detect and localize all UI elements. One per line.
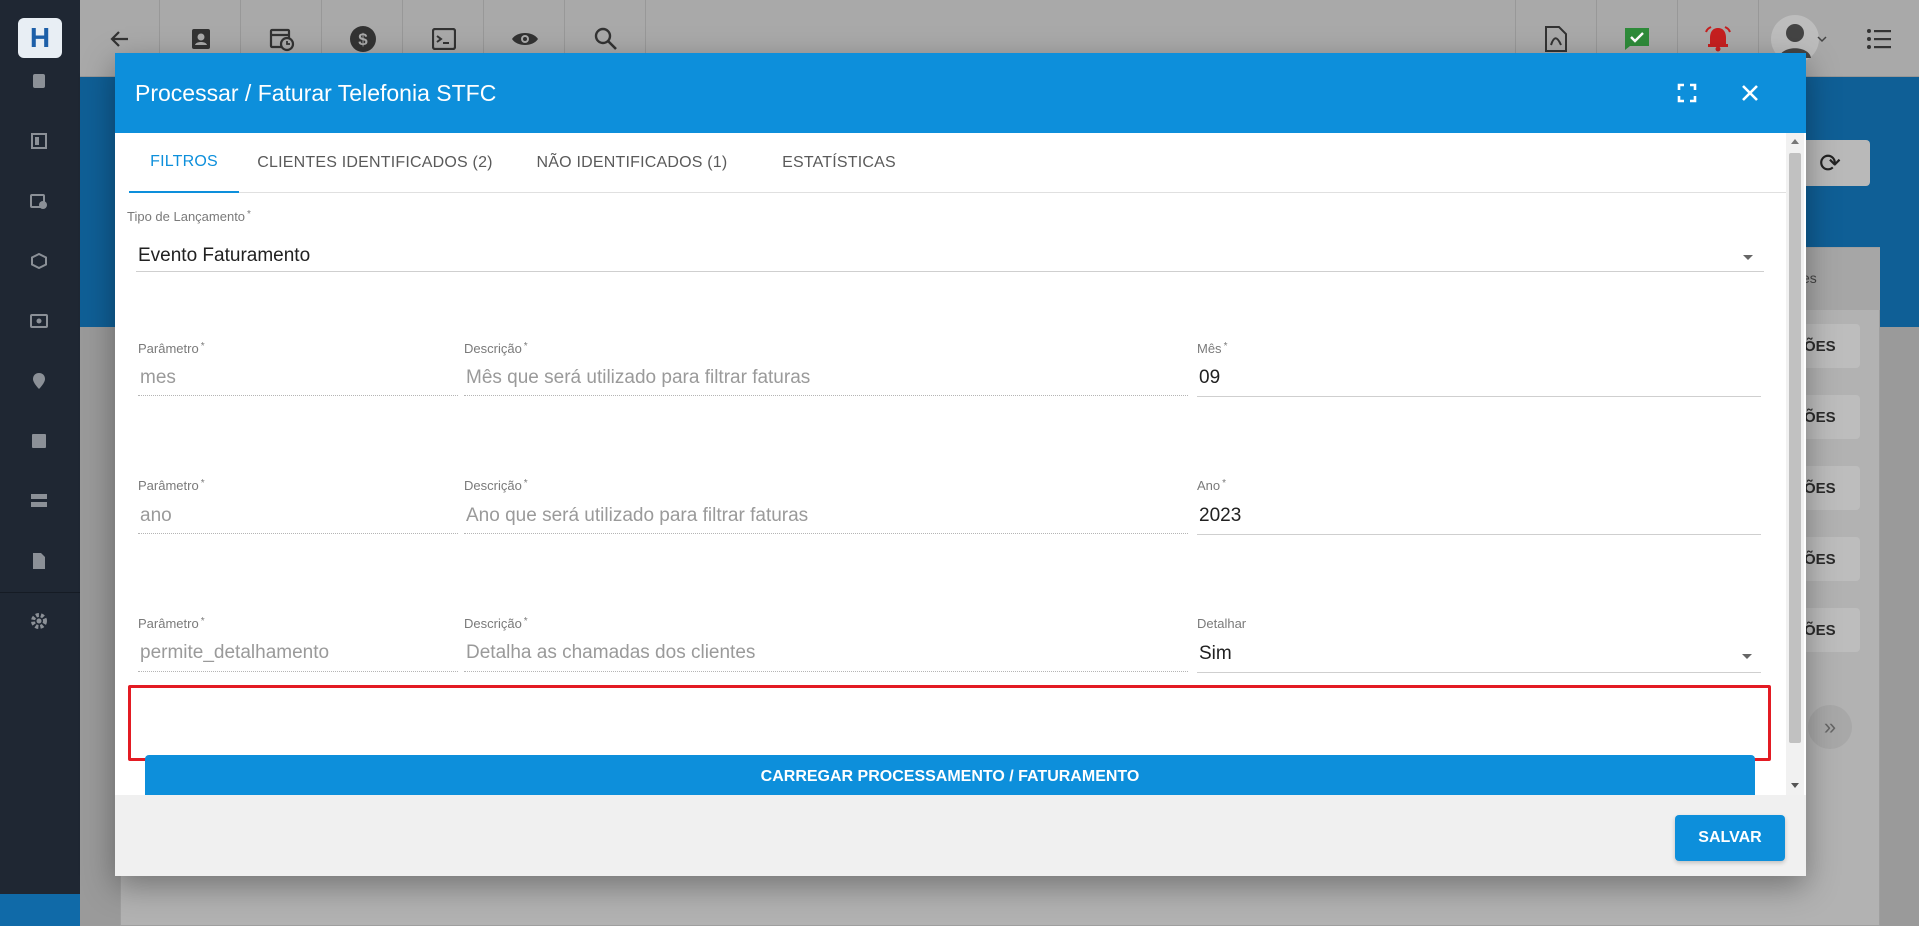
scroll-thumb[interactable] (1789, 153, 1801, 743)
load-processing-button[interactable]: CARREGAR PROCESSAMENTO / FATURAMENTO (145, 755, 1755, 795)
dialog-title: Processar / Faturar Telefonia STFC (135, 79, 497, 106)
nav-calendar-icon[interactable] (28, 190, 50, 212)
param-underline (138, 394, 458, 396)
param-label-text: Parâmetro (138, 478, 199, 493)
desc-underline (464, 532, 1188, 534)
dialog-header: Processar / Faturar Telefonia STFC (115, 53, 1806, 133)
ano-input[interactable]: 2023 (1199, 505, 1241, 527)
detalhar-label: Detalhar (1197, 616, 1247, 631)
tab-clientes-identificados[interactable]: CLIENTES IDENTIFICADOS (2) (255, 133, 495, 193)
nav-contact-icon[interactable] (28, 70, 50, 92)
param-label-text: Parâmetro (138, 616, 199, 631)
ano-label-text: Ano (1197, 478, 1221, 493)
mes-underline (1197, 396, 1761, 397)
scrollbar[interactable] (1786, 133, 1804, 795)
required-mark: * (200, 616, 205, 627)
expand-chevrons-icon[interactable]: » (1808, 705, 1852, 749)
required-mark: * (200, 478, 205, 489)
nav-divider (0, 592, 80, 593)
tipo-lancamento-label: Tipo de Lançamento * (127, 209, 251, 224)
close-icon[interactable] (1732, 75, 1768, 111)
ano-underline (1197, 534, 1761, 535)
desc-label: Descrição * (464, 341, 528, 356)
nav-document-icon[interactable] (28, 550, 50, 572)
desc-label: Descrição * (464, 616, 528, 631)
desc-label-text: Descrição (464, 616, 522, 631)
desc-value-field: Detalha as chamadas dos clientes (466, 642, 756, 663)
desc-label-text: Descrição (464, 341, 522, 356)
param-label: Parâmetro * (138, 616, 205, 631)
nav-box-icon[interactable] (28, 250, 50, 272)
desc-value-field: Mês que será utilizado para filtrar fatu… (466, 367, 811, 388)
desc-label-text: Descrição (464, 478, 522, 493)
tipo-lancamento-underline (136, 271, 1764, 272)
tab-filtros[interactable]: FILTROS (129, 133, 239, 193)
required-mark: * (523, 616, 528, 627)
nav-list-icon[interactable] (28, 430, 50, 452)
mes-label: Mês * (1197, 341, 1227, 356)
detalhar-select[interactable]: Sim (1199, 643, 1232, 665)
param-label: Parâmetro * (138, 478, 205, 493)
desc-underline (464, 394, 1188, 396)
tab-bar: FILTROS CLIENTES IDENTIFICADOS (2) NÃO I… (129, 133, 1799, 193)
app-logo[interactable]: H (18, 18, 62, 58)
mes-label-text: Mês (1197, 341, 1222, 356)
required-mark: * (523, 341, 528, 352)
chevron-down-icon[interactable] (1742, 654, 1752, 659)
param-value-field: mes (140, 367, 176, 388)
nav-settings-icon[interactable] (28, 610, 50, 632)
tab-nao-identificados[interactable]: NÃO IDENTIFICADOS (1) (531, 133, 733, 193)
dialog-footer: SALVAR (115, 795, 1806, 876)
required-mark: * (523, 478, 528, 489)
logo-letter: H (29, 22, 51, 53)
scroll-up-arrow-icon[interactable] (1791, 139, 1799, 144)
scroll-down-arrow-icon[interactable] (1791, 783, 1799, 788)
process-billing-dialog: Processar / Faturar Telefonia STFC FILTR… (115, 53, 1806, 876)
mes-input[interactable]: 09 (1199, 367, 1220, 389)
param-value-field: permite_detalhamento (140, 642, 330, 663)
desc-underline (464, 670, 1188, 672)
nav-money-icon[interactable] (28, 310, 50, 332)
param-label-text: Parâmetro (138, 341, 199, 356)
detalhar-underline (1197, 672, 1761, 673)
required-mark: * (200, 341, 205, 352)
highlight-box (128, 685, 1771, 761)
param-underline (138, 532, 458, 534)
desc-value-field: Ano que será utilizado para filtrar fatu… (466, 505, 809, 526)
side-nav: H (0, 0, 80, 926)
nav-server-icon[interactable] (28, 490, 50, 512)
required-mark: * (1223, 341, 1228, 352)
chevron-down-icon[interactable] (1743, 255, 1753, 260)
tipo-lancamento-label-text: Tipo de Lançamento (127, 209, 246, 224)
list-icon[interactable] (1839, 0, 1919, 77)
tipo-lancamento-select[interactable]: Evento Faturamento (138, 245, 310, 267)
dialog-body: FILTROS CLIENTES IDENTIFICADOS (2) NÃO I… (115, 133, 1806, 795)
nav-board-icon[interactable] (28, 130, 50, 152)
fullscreen-icon[interactable] (1669, 75, 1705, 111)
save-button[interactable]: SALVAR (1675, 815, 1785, 861)
required-mark: * (1222, 478, 1227, 489)
desc-label: Descrição * (464, 478, 528, 493)
ano-label: Ano * (1197, 478, 1226, 493)
required-mark: * (247, 209, 251, 220)
param-value-field: ano (140, 505, 172, 526)
svg-text:$: $ (358, 30, 368, 49)
nav-footer (0, 894, 80, 926)
tab-estatisticas[interactable]: ESTATÍSTICAS (769, 133, 909, 193)
nav-location-icon[interactable] (28, 370, 50, 392)
param-underline (138, 670, 458, 672)
param-label: Parâmetro * (138, 341, 205, 356)
